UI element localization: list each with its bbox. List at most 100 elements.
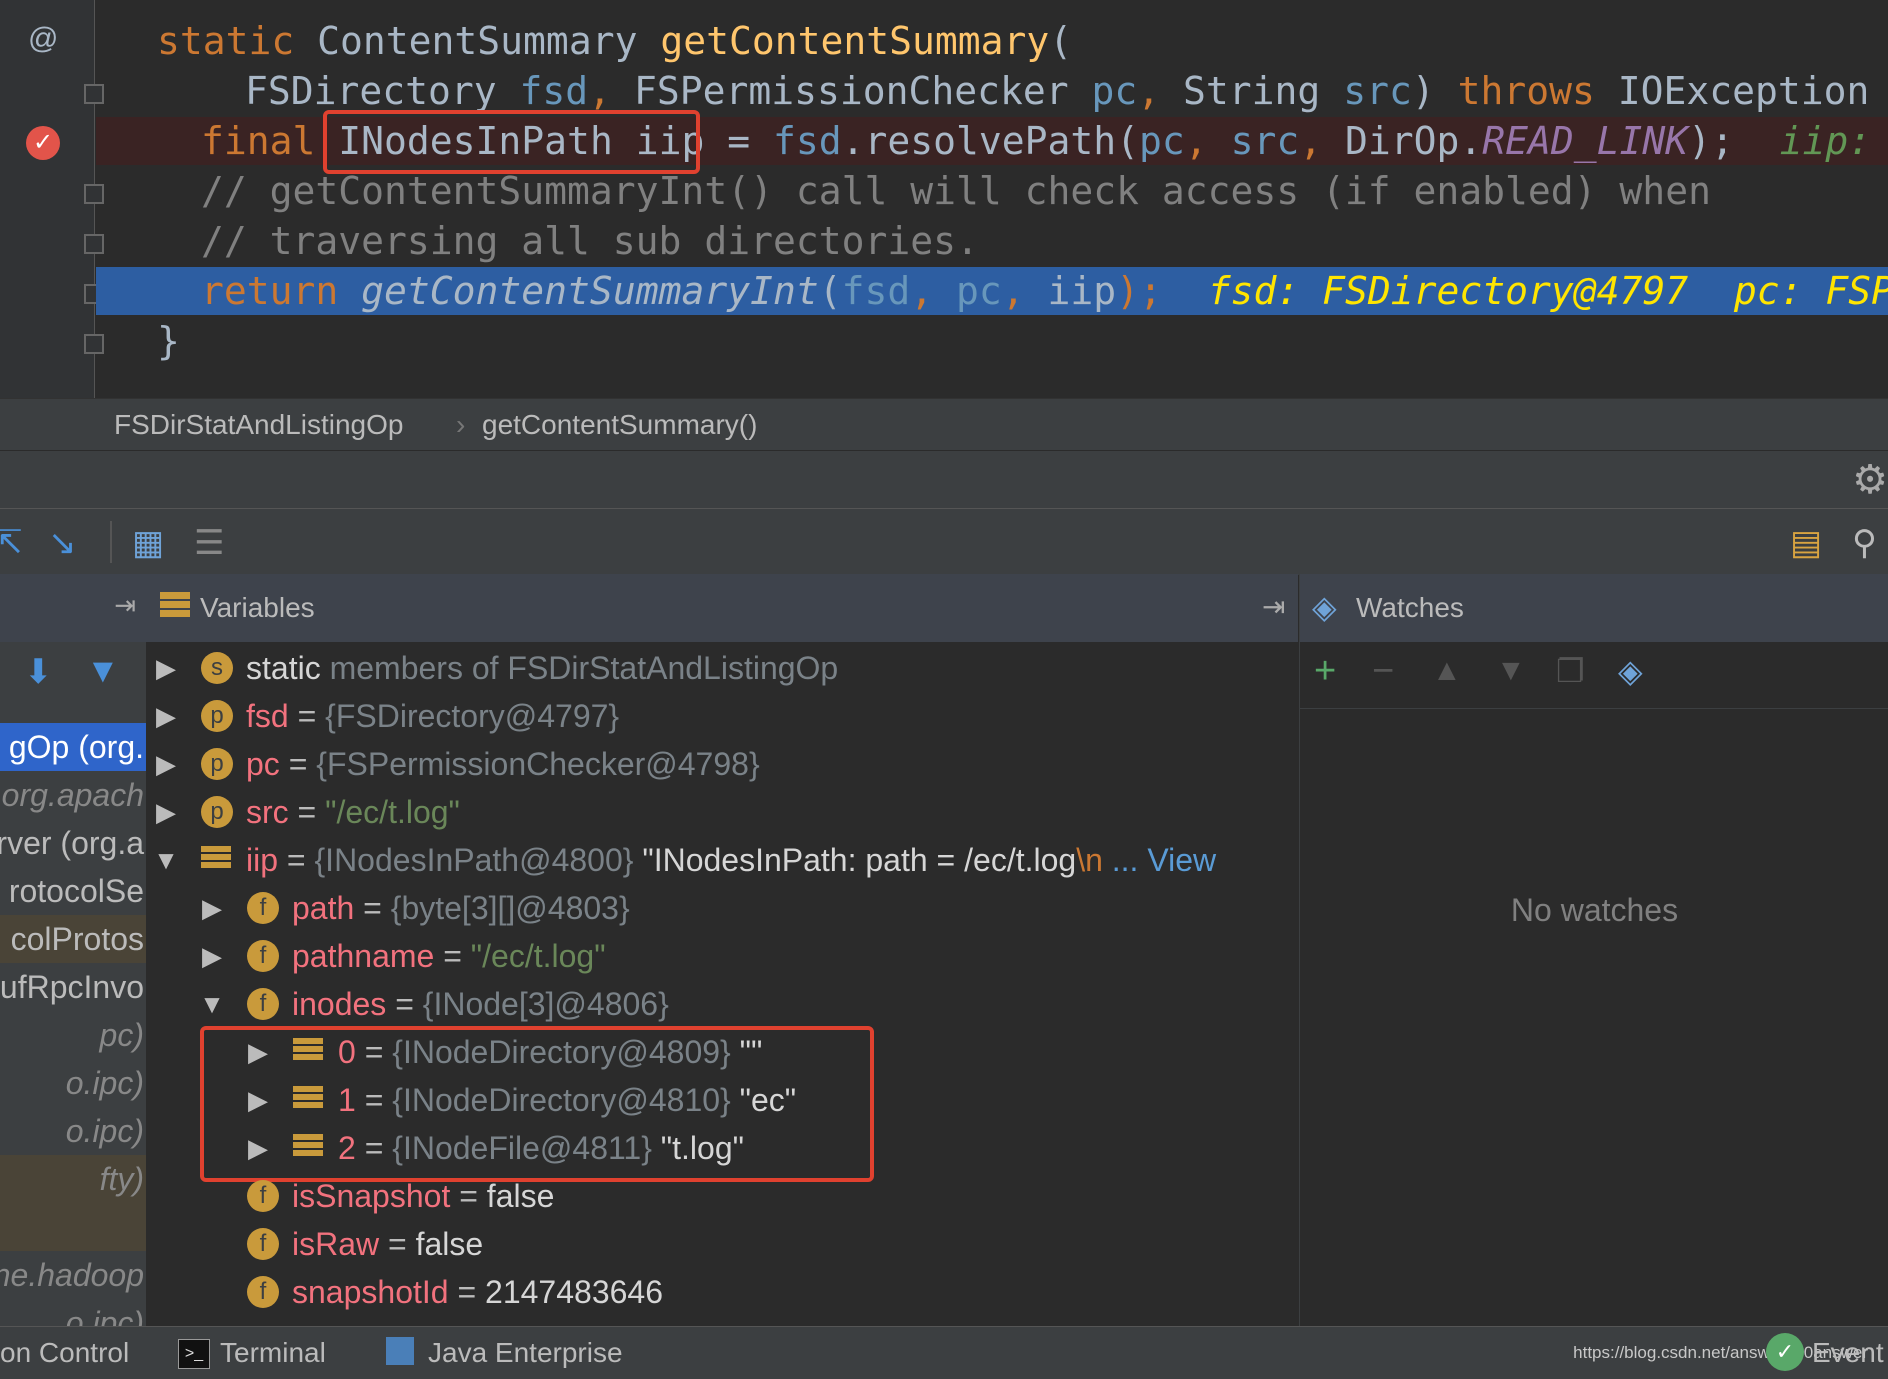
variables-header: Variables ⇥ [146,574,1298,643]
variable-name: path [292,890,355,926]
type-name: FSDirectory [245,69,520,113]
step-out-icon[interactable]: ⇱ [0,523,23,563]
arrow-down-icon[interactable]: ⬇ [24,652,53,692]
equals-sign: = [278,842,315,878]
collapse-icon[interactable]: ▼ [197,980,227,1028]
breadcrumb-class[interactable]: FSDirStatAndListingOp [114,409,403,441]
ellipsis: ... [1102,842,1148,878]
keyword-return: return [201,269,362,313]
operator: = [704,119,773,163]
collapse-icon[interactable]: ▼ [151,836,181,884]
version-control-tab[interactable]: on Control [0,1337,129,1369]
pin-icon[interactable]: ⇥ [1262,590,1285,623]
inline-debug-value: iip: "IN [1779,119,1872,163]
event-log-icon: ✓ [1766,1333,1804,1371]
variable-value: "/ec/t.log" [470,938,606,974]
frame-item[interactable]: colProtos [0,915,146,963]
event-log-tab[interactable]: Event [1812,1337,1884,1369]
copy-icon[interactable]: ❐ [1556,652,1585,690]
java-enterprise-tab[interactable]: Java Enterprise [428,1337,623,1369]
expand-icon[interactable]: ▶ [197,932,227,980]
variable-value: 2147483646 [485,1274,663,1310]
paren: ) [1411,69,1458,113]
type-name: ContentSummary [317,19,661,63]
terminal-tab[interactable]: Terminal [220,1337,326,1369]
argument: fsd [841,269,911,313]
frame-item[interactable]: gOp (org. [0,723,146,771]
add-watch-icon[interactable]: + [1314,650,1336,693]
keyword-throws: throws [1457,69,1618,113]
expand-icon[interactable]: ▶ [151,788,181,836]
comma: , [910,269,957,313]
frame-item[interactable]: ne.hadoop [0,1251,146,1299]
expand-icon[interactable]: ▶ [151,692,181,740]
run-to-cursor-icon[interactable]: ↘ [48,523,77,563]
variable-name: iip [246,842,279,878]
variable-value: {FSDirectory@4797} [325,698,620,734]
frame-item[interactable]: o.ipc) [0,1107,146,1155]
variables-title: Variables [200,592,315,623]
remove-watch-icon[interactable]: − [1372,650,1394,693]
watches-layout-icon[interactable]: ◈ [1618,652,1643,690]
parameter-badge-icon: p [201,796,233,828]
evaluate-expression-icon[interactable]: ▦ [132,523,164,563]
equals-sign: = [434,938,471,974]
code-line-2[interactable]: FSDirectory fsd, FSPermissionChecker pc,… [0,67,1888,115]
variable-value: false [486,1178,555,1214]
variable-description: "INodesInPath: path = /ec/t.log [642,842,1077,878]
watches-icon: ◈ [1312,589,1337,625]
argument: src [1230,119,1300,163]
code-line-5[interactable]: // traversing all sub directories. [0,217,1888,265]
expand-icon[interactable]: ▶ [151,740,181,788]
variable-name: isRaw [292,1226,380,1262]
filter-icon[interactable]: ▼ [86,652,120,691]
frame-item[interactable]: fty) [0,1155,146,1251]
frame-item[interactable]: rotocolSe [0,867,146,915]
comma: , [1137,69,1184,113]
variable-name: isSnapshot [292,1178,451,1214]
watches-panel[interactable]: ◈ Watches + − ▲ ▼ ❐ ◈ No watches [1299,574,1888,1326]
variable-name: pc [246,746,280,782]
expand-icon[interactable]: ▶ [151,644,181,692]
variable-name: fsd [246,698,289,734]
frame-item[interactable]: o.ipc) [0,1299,146,1326]
memory-view-icon[interactable]: ⚲ [1852,523,1877,563]
equals-sign: = [288,794,326,830]
code-line-4[interactable]: // getContentSummaryInt() call will chec… [0,167,1888,215]
variable-value: {FSPermissionChecker@4798} [316,746,760,782]
frame-item[interactable]: pc) [0,1011,146,1059]
java-enterprise-icon [386,1337,414,1365]
pin-icon[interactable]: ⇥ [114,590,136,621]
highlight-box [323,110,700,174]
field-badge-icon: f [247,1180,279,1212]
variable-name: static [246,650,321,686]
frames-header: ⇥ [0,574,146,642]
equals-sign: = [386,986,423,1022]
variable-name: inodes [292,986,387,1022]
view-link[interactable]: View [1147,842,1216,878]
code-line-1[interactable]: static ContentSummary getContentSummary( [0,17,1888,65]
equals-sign: = [448,1274,486,1310]
trace-icon[interactable]: ☰ [194,523,224,563]
frame-item[interactable]: org.apach [0,771,146,819]
type-name: FSPermissionChecker [633,69,1092,113]
move-up-icon[interactable]: ▲ [1432,654,1462,688]
move-down-icon[interactable]: ▼ [1496,654,1526,688]
execution-line[interactable]: return getContentSummaryInt(fsd, pc, iip… [96,267,1888,315]
param-name: fsd [519,69,589,113]
frame-item[interactable]: ufRpcInvo [0,963,146,1011]
frame-item[interactable]: rver (org.a [0,819,146,867]
variables-panel[interactable]: Variables ⇥ ▶ s static members of FSDirS… [146,574,1298,1326]
frame-item[interactable]: o.ipc) [0,1059,146,1107]
breadcrumb-method[interactable]: getContentSummary() [482,409,757,441]
param-name: src [1343,69,1412,113]
restore-layout-icon[interactable]: ▤ [1790,523,1822,563]
inline-debug-value: fsd: FSDirectory@4797 pc: FSPerm [1161,269,1888,313]
expand-icon[interactable]: ▶ [197,884,227,932]
frames-panel[interactable]: ⇥ ⬇ ▼ gOp (org. org.apach rver (org.a ro… [0,574,147,1326]
gear-icon[interactable]: ⚙ [1852,457,1888,503]
variable-value: members of FSDirStatAndListingOp [320,650,839,686]
code-editor[interactable]: @ ✓ static ContentSummary getContentSumm… [0,0,1888,398]
static-badge-icon: s [201,652,233,684]
code-line-7[interactable]: } [0,317,1888,365]
